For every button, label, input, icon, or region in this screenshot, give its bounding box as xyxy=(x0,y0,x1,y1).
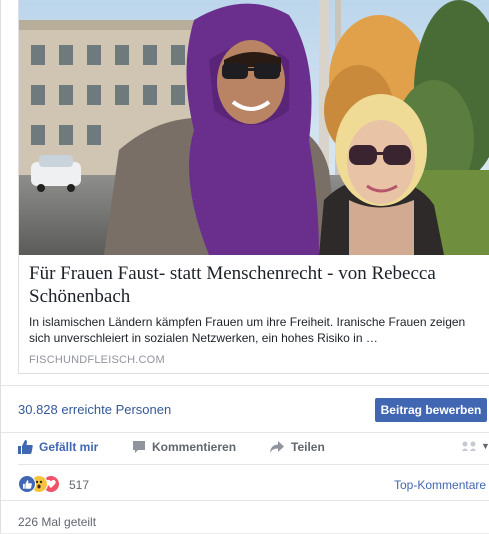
comment-icon xyxy=(133,441,145,453)
link-description: In islamischen Ländern kämpfen Frauen um… xyxy=(29,315,466,345)
page-avatar-icon xyxy=(462,441,476,451)
comment-button[interactable]: Kommentieren xyxy=(132,440,236,454)
share-count[interactable]: 226 Mal geteilt xyxy=(18,515,96,529)
share-label: Teilen xyxy=(291,440,325,454)
boost-post-button[interactable]: Beitrag bewerben xyxy=(375,398,487,422)
comment-label: Kommentieren xyxy=(152,440,237,454)
link-preview-image[interactable] xyxy=(19,0,489,255)
chevron-down-icon: ▼ xyxy=(481,441,489,451)
like-button[interactable]: Gefällt mir xyxy=(18,440,98,454)
top-comments-label: Top-Kommentare xyxy=(394,478,487,492)
thumbs-up-icon xyxy=(18,440,33,454)
post-as-selector[interactable]: ▼ xyxy=(461,440,489,452)
reaction-count[interactable]: 517 xyxy=(69,478,89,492)
action-bar: Gefällt mir Kommentieren Teilen ▼ xyxy=(18,432,489,465)
like-reaction-icon xyxy=(18,475,36,493)
link-title[interactable]: Für Frauen Faust- statt Menschenrecht - … xyxy=(29,262,484,308)
link-domain: FISCHUNDFLEISCH.COM xyxy=(29,354,165,366)
reactions-row: 517 Top-Kommentare ▼ xyxy=(18,470,489,498)
share-button[interactable]: Teilen xyxy=(269,440,325,454)
shares-row: 226 Mal geteilt xyxy=(1,500,489,534)
share-arrow-icon xyxy=(270,441,284,453)
like-label: Gefällt mir xyxy=(39,440,99,454)
link-preview-text[interactable]: Für Frauen Faust- statt Menschenrecht - … xyxy=(29,262,484,366)
reach-count[interactable]: 30.828 erreichte Personen xyxy=(18,402,171,417)
post-card: Für Frauen Faust- statt Menschenrecht - … xyxy=(0,0,489,533)
top-comments-sort[interactable]: Top-Kommentare ▼ xyxy=(394,478,489,492)
reach-bar: 30.828 erreichte Personen Beitrag bewerb… xyxy=(1,385,489,433)
reaction-icons[interactable] xyxy=(18,475,68,493)
link-preview-card[interactable]: Für Frauen Faust- statt Menschenrecht - … xyxy=(18,0,489,374)
